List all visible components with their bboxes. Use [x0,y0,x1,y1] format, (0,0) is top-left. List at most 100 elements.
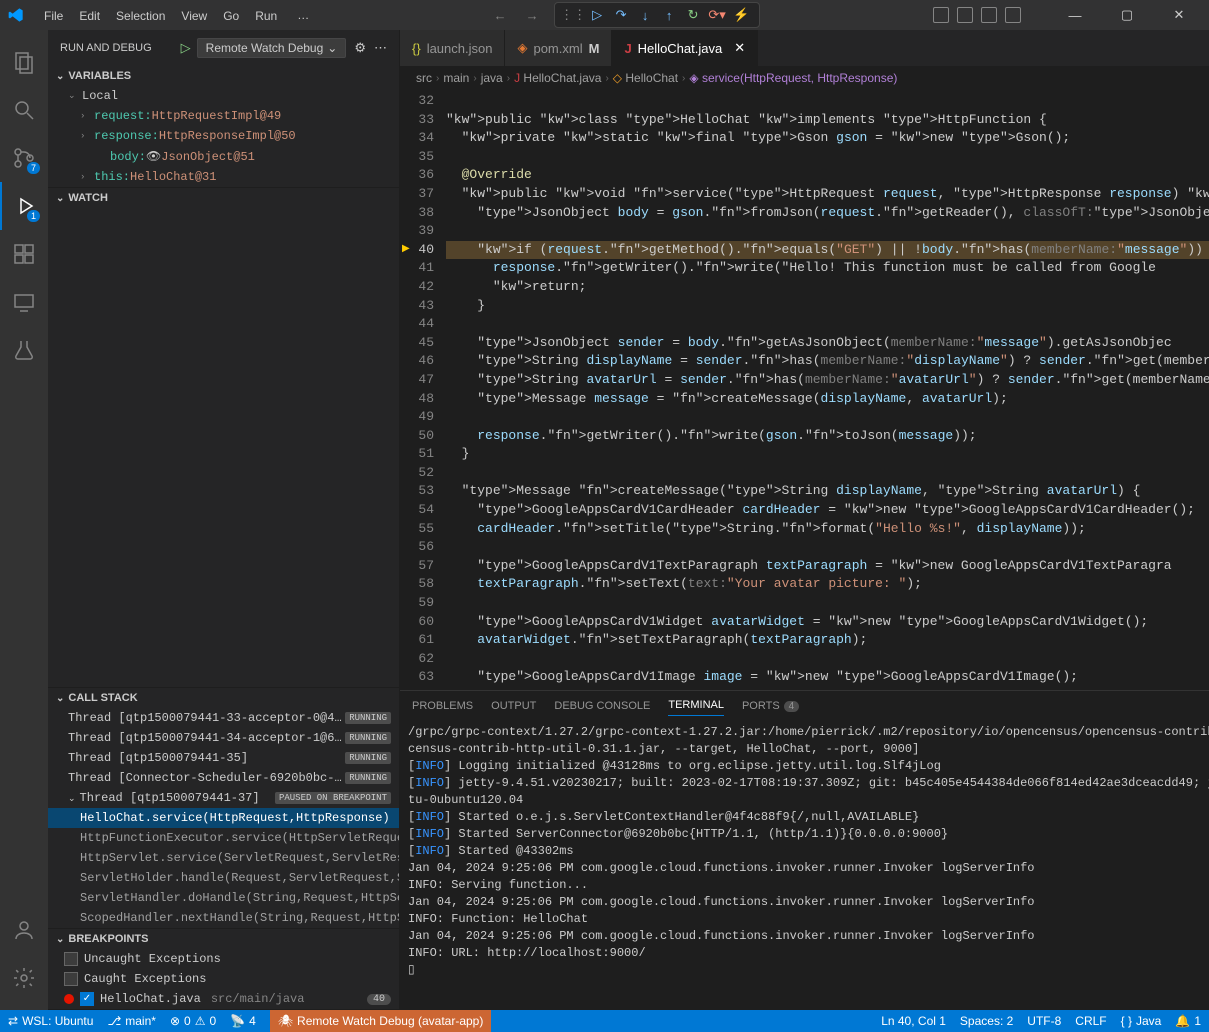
breadcrumb-item[interactable]: main [443,71,469,85]
breadcrumb-item[interactable]: J HelloChat.java [514,71,601,85]
menu-file[interactable]: File [36,5,71,27]
eol-indicator[interactable]: CRLF [1075,1014,1106,1028]
stack-frame[interactable]: HelloChat.service(HttpRequest,HttpRespon… [48,808,399,828]
panel: PROBLEMS OUTPUT DEBUG CONSOLE TERMINAL PORTS… [400,690,1209,1010]
watch-section: ⌄WATCH [48,188,399,688]
editor-body[interactable]: 3233343536373839▶40414243444546474849505… [400,90,1209,690]
activity-testing[interactable] [0,326,48,374]
window-maximize-icon[interactable]: ▢ [1105,0,1149,30]
variable-row[interactable]: ›request: HttpRequestImpl@49 [48,106,399,126]
menu-go[interactable]: Go [215,5,247,27]
breakpoint-file[interactable]: ✓HelloChat.java src/main/java40 [48,989,399,1009]
notifications-icon[interactable]: 🔔1 [1175,1014,1201,1028]
editor-tab[interactable]: ◈pom.xmlM [505,30,612,66]
activity-explorer[interactable] [0,38,48,86]
cursor-position[interactable]: Ln 40, Col 1 [881,1014,946,1028]
drag-handle-icon[interactable]: ⋮⋮ [565,7,581,23]
activity-settings[interactable] [0,954,48,1002]
encoding-indicator[interactable]: UTF-8 [1027,1014,1061,1028]
stack-frame[interactable]: ServletHandler.doHandle(String,Request,H… [48,888,399,908]
breakpoint-toggle[interactable]: Caught Exceptions [48,969,399,989]
editor-tab[interactable]: JHelloChat.java✕ [612,30,758,66]
debug-icon: 🕷 [278,1014,293,1028]
panel-tab-debug-console[interactable]: DEBUG CONSOLE [554,696,650,716]
panel-tab-problems[interactable]: PROBLEMS [412,696,473,716]
gear-icon[interactable]: ⚙ [354,40,366,56]
activity-extensions[interactable] [0,230,48,278]
breakpoint-toggle[interactable]: Uncaught Exceptions [48,949,399,969]
warning-icon: ⚠ [195,1014,206,1028]
layout-secondary-icon[interactable] [981,7,997,23]
variables-header[interactable]: ⌄VARIABLES [48,66,399,86]
breadcrumb-item[interactable]: ◈ service(HttpRequest, HttpResponse) [689,71,897,85]
continue-icon[interactable]: ▷ [589,7,605,23]
start-debug-icon[interactable]: ▷ [181,40,191,56]
activity-search[interactable] [0,86,48,134]
breakpoints-header[interactable]: ⌄BREAKPOINTS [48,929,399,949]
menu-view[interactable]: View [173,5,215,27]
step-over-icon[interactable]: ↷ [613,7,629,23]
nav-back-icon[interactable]: ← [490,5,510,25]
activity-remote[interactable] [0,278,48,326]
thread-row[interactable]: Thread [qtp1500079441-35]RUNNING [48,748,399,768]
menu-selection[interactable]: Selection [108,5,173,27]
menu-run[interactable]: Run [247,5,285,27]
activity-scm[interactable]: 7 [0,134,48,182]
nav-forward-icon[interactable]: → [522,5,542,25]
step-into-icon[interactable]: ↓ [637,7,653,23]
callstack-header[interactable]: ⌄CALL STACK [48,688,399,708]
window-close-icon[interactable]: ✕ [1157,0,1201,30]
antenna-icon: 📡 [230,1014,245,1028]
sidebar-title: RUN AND DEBUG [60,42,181,54]
debug-status[interactable]: 🕷Remote Watch Debug (avatar-app) [270,1010,492,1032]
variable-row[interactable]: body: 👁 JsonObject@51 [48,146,399,167]
problems-indicator[interactable]: ⊗0 ⚠0 [170,1014,216,1028]
panel-tab-terminal[interactable]: TERMINAL [668,695,724,716]
language-indicator[interactable]: { } Java [1121,1014,1162,1028]
variable-scope[interactable]: ⌄Local [48,86,399,106]
chevron-down-icon: ⌄ [56,934,64,945]
editor-tab[interactable]: {}launch.json [400,30,505,66]
watch-header[interactable]: ⌄WATCH [48,188,399,208]
breakpoint-dot-icon [64,994,74,1004]
layout-primary-icon[interactable] [933,7,949,23]
launch-config-select[interactable]: Remote Watch Debug ⌄ [197,38,347,58]
activity-account[interactable] [0,906,48,954]
menu-overflow[interactable]: … [289,4,317,26]
thread-row[interactable]: Thread [qtp1500079441-34-acceptor-1@66..… [48,728,399,748]
step-out-icon[interactable]: ↑ [661,7,677,23]
chevron-down-icon: ⌄ [327,41,337,55]
remote-indicator[interactable]: ⇄WSL: Ubuntu [8,1014,93,1028]
layout-panel-icon[interactable] [957,7,973,23]
stack-frame[interactable]: HttpServlet.service(ServletRequest,Servl… [48,848,399,868]
layout-customize-icon[interactable] [1005,7,1021,23]
breadcrumb-item[interactable]: java [481,71,503,85]
terminal-output[interactable]: /grpc/grpc-context/1.27.2/grpc-context-1… [400,720,1209,1010]
git-branch[interactable]: ⎇main* [107,1014,156,1028]
window-minimize-icon[interactable]: — [1053,0,1097,30]
close-tab-icon[interactable]: ✕ [734,40,745,56]
thread-row-paused[interactable]: ⌄Thread [qtp1500079441-37]PAUSED ON BREA… [48,788,399,808]
stack-frame[interactable]: HttpFunctionExecutor.service(HttpServlet… [48,828,399,848]
editor-area: {}launch.json◈pom.xmlMJHelloChat.java✕ ▷… [400,30,1209,1010]
menu-edit[interactable]: Edit [71,5,108,27]
activity-debug[interactable]: 1 [0,182,48,230]
thread-row[interactable]: Thread [qtp1500079441-33-acceptor-0@48..… [48,708,399,728]
stop-icon[interactable]: ⚡ [733,7,749,23]
breadcrumb[interactable]: src›main›java›J HelloChat.java›◇ HelloCh… [400,66,1209,90]
editor-tabs: {}launch.json◈pom.xmlMJHelloChat.java✕ ▷… [400,30,1209,66]
hot-swap-icon[interactable]: ⟳▾ [709,7,725,23]
thread-row[interactable]: Thread [Connector-Scheduler-6920b0bc-1]R… [48,768,399,788]
breadcrumb-item[interactable]: src [416,71,432,85]
variable-row[interactable]: ›response: HttpResponseImpl@50 [48,126,399,146]
stack-frame[interactable]: ScopedHandler.nextHandle(String,Request,… [48,908,399,928]
stack-frame[interactable]: ServletHolder.handle(Request,ServletRequ… [48,868,399,888]
restart-icon[interactable]: ↻ [685,7,701,23]
variable-row[interactable]: ›this: HelloChat@31 [48,167,399,187]
panel-tab-output[interactable]: OUTPUT [491,696,536,716]
panel-tab-ports[interactable]: PORTS4 [742,696,799,716]
more-icon[interactable]: ⋯ [374,40,387,56]
breadcrumb-item[interactable]: ◇ HelloChat [613,71,678,85]
ports-indicator[interactable]: 📡4 [230,1014,256,1028]
indent-indicator[interactable]: Spaces: 2 [960,1014,1013,1028]
